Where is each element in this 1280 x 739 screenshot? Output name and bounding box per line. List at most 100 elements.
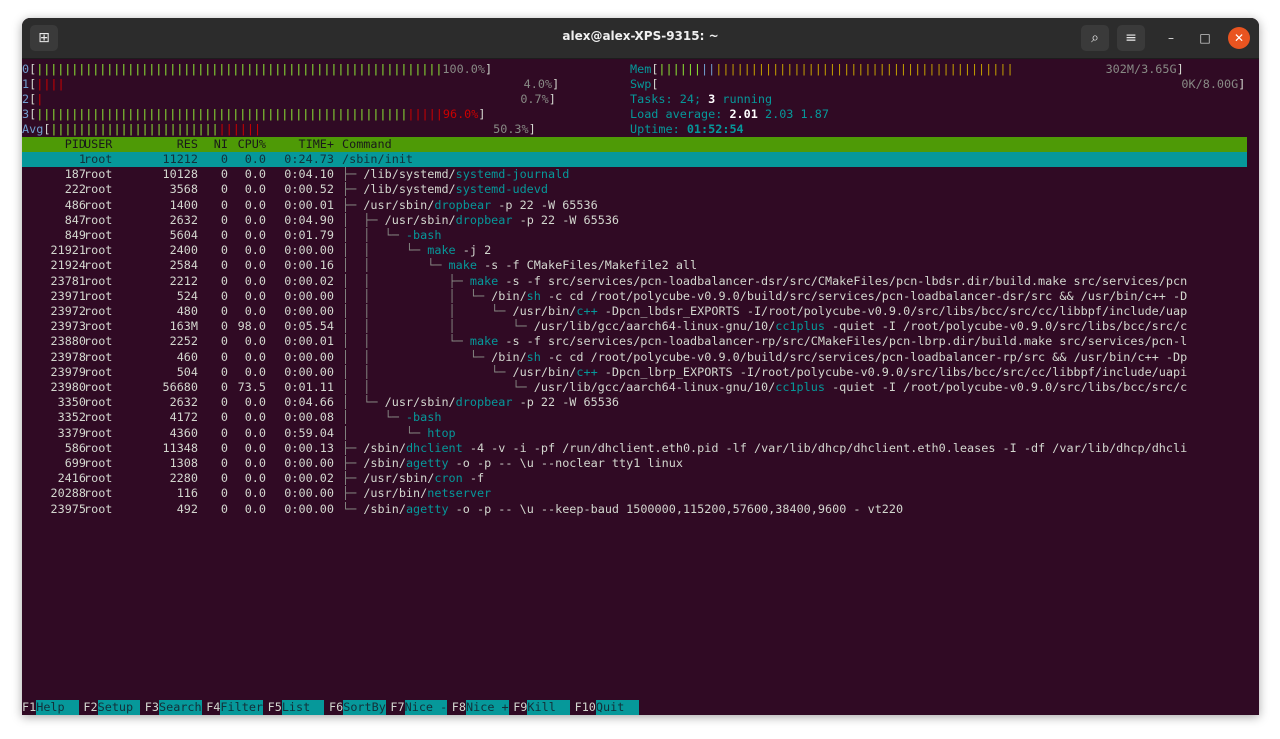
fkey-f3[interactable]: F3Search bbox=[145, 700, 202, 715]
process-row[interactable]: 23973 root 163M 0 98.0 0:05.54 │ │ │ └─ /usr/l… bbox=[22, 319, 1247, 334]
pid-cell: 23971 bbox=[50, 288, 86, 303]
command-path: /bin/ bbox=[491, 349, 527, 364]
tree-branch: ├─ bbox=[342, 486, 364, 501]
col-command[interactable]: Command bbox=[342, 137, 1247, 152]
process-row[interactable]: 3350 root 2632 0 0.0 0:04.66 │ └─ /usr/sbin/dr… bbox=[22, 395, 1247, 410]
process-row[interactable]: 3379 root 4360 0 0.0 0:59.04 │ └─ htop bbox=[22, 426, 1247, 441]
cpu-cell: 0.0 bbox=[244, 182, 266, 197]
command-args: -p 22 -W 65536 bbox=[491, 197, 598, 212]
process-row[interactable]: 23980 root 56680 0 73.5 0:01.11 │ │ └─ /usr/li… bbox=[22, 380, 1247, 395]
process-row[interactable]: 23975 root 492 0 0.0 0:00.00 └─ /sbin/agetty -… bbox=[22, 502, 1247, 517]
tree-branch: │ │ └─ bbox=[342, 228, 406, 242]
cpu-cell: 73.5 bbox=[237, 380, 266, 394]
command-args: -Dpcn_lbdsr_EXPORTS -I/root/polycube-v0.… bbox=[597, 304, 1188, 318]
col-cpu[interactable]: CPU% bbox=[230, 137, 266, 152]
fkey-label: Quit bbox=[595, 700, 639, 715]
process-row[interactable]: 23972 root 480 0 0.0 0:00.00 │ │ │ └─ /usr/bin… bbox=[22, 304, 1247, 319]
pid-cell: 23978 bbox=[50, 349, 86, 364]
fkey-f8[interactable]: F8Nice + bbox=[452, 700, 509, 715]
minimize-icon[interactable]: – bbox=[1160, 27, 1182, 49]
cpu-cell: 0.0 bbox=[244, 501, 266, 516]
fkey-f4[interactable]: F4Filter bbox=[206, 700, 264, 715]
command-path: /usr/sbin/ bbox=[363, 197, 435, 212]
command-name: cron bbox=[434, 471, 463, 486]
cpu-cell: 0.0 bbox=[244, 486, 266, 501]
process-row[interactable]: 1 root 11212 0 0.0 0:24.73/sbin/init bbox=[22, 152, 1247, 168]
command-cell: ├─ /sbin/dhclient -4 -v -i -pf /run/dhcl… bbox=[342, 441, 1247, 456]
user-cell: root bbox=[84, 410, 113, 425]
command-args: -s -f src/services/pcn-loadbalancer-dsr/… bbox=[498, 273, 1188, 288]
pid-cell: 847 bbox=[64, 212, 86, 227]
fkey-key: F9 bbox=[513, 700, 528, 714]
close-icon[interactable]: ✕ bbox=[1228, 27, 1250, 49]
command-cell: ├─ /sbin/agetty -o -p -- \u --noclear tt… bbox=[342, 456, 1247, 471]
hamburger-menu-icon[interactable]: ≡ bbox=[1117, 25, 1145, 51]
process-row[interactable]: 222 root 3568 0 0.0 0:00.52 ├─ /lib/systemd/sy… bbox=[22, 182, 1247, 197]
ni-cell: 0 bbox=[220, 273, 228, 288]
process-row[interactable]: 23979 root 504 0 0.0 0:00.00 │ │ └─ /usr/bin/c… bbox=[22, 365, 1247, 380]
process-row[interactable]: 21924 root 2584 0 0.0 0:00.16 │ │ └─ make -s -… bbox=[22, 258, 1247, 273]
fkey-f7[interactable]: F7Nice - bbox=[390, 700, 448, 715]
command-name: c++ bbox=[576, 364, 598, 379]
process-row[interactable]: 23880 root 2252 0 0.0 0:00.01 │ │ └─ make -s -… bbox=[22, 334, 1247, 349]
process-row[interactable]: 23971 root 524 0 0.0 0:00.00 │ │ │ └─ /bin/sh … bbox=[22, 289, 1247, 304]
res-cell: 2632 bbox=[169, 212, 198, 227]
pid-cell: 21921 bbox=[50, 243, 86, 258]
ni-cell: 0 bbox=[220, 228, 228, 242]
cpu-meter-0: 0[||||||||||||||||||||||||||||||||||||||… bbox=[22, 62, 493, 76]
command-path: /usr/lib/gcc/aarch64-linux-gnu/10/ bbox=[533, 319, 776, 334]
process-row[interactable]: 2416 root 2280 0 0.0 0:00.02 ├─ /usr/sbin/cron… bbox=[22, 471, 1247, 486]
process-row[interactable]: 187 root 10128 0 0.0 0:04.10 ├─ /lib/systemd/s… bbox=[22, 167, 1247, 182]
res-cell: 524 bbox=[176, 288, 198, 303]
user-cell: root bbox=[84, 228, 113, 242]
search-icon[interactable]: ⌕ bbox=[1081, 25, 1109, 51]
col-ni[interactable]: NI bbox=[200, 137, 228, 152]
fkey-f2[interactable]: F2Setup bbox=[83, 700, 141, 715]
fkey-f6[interactable]: F6SortBy bbox=[329, 700, 386, 715]
col-time[interactable]: TIME+ bbox=[270, 137, 334, 152]
process-row[interactable]: 586 root 11348 0 0.0 0:00.13 ├─ /sbin/dhclient… bbox=[22, 441, 1247, 456]
command-cell: │ │ └─ make -j 2 bbox=[342, 243, 1247, 258]
tree-branch: │ │ │ └─ bbox=[342, 319, 534, 334]
maximize-icon[interactable]: □ bbox=[1194, 27, 1216, 49]
command-name: systemd-udevd bbox=[455, 182, 548, 197]
tree-branch: │ │ └─ bbox=[342, 380, 534, 394]
user-cell: root bbox=[84, 395, 113, 410]
res-cell: 480 bbox=[176, 304, 198, 318]
ni-cell: 0 bbox=[220, 167, 228, 182]
col-res[interactable]: RES bbox=[122, 137, 198, 152]
process-row[interactable]: 3352 root 4172 0 0.0 0:00.08 │ └─ -bash bbox=[22, 410, 1247, 425]
process-row[interactable]: 20288 root 116 0 0.0 0:00.00 ├─ /usr/bin/netse… bbox=[22, 486, 1247, 501]
ni-cell: 0 bbox=[220, 288, 228, 303]
tree-branch: │ │ └─ bbox=[342, 258, 449, 273]
terminal-content[interactable]: 0[||||||||||||||||||||||||||||||||||||||… bbox=[22, 59, 1259, 715]
command-args: -quiet -I /root/polycube-v0.9.0/src/libs… bbox=[824, 319, 1188, 334]
fkey-f9[interactable]: F9Kill bbox=[513, 700, 571, 715]
process-row[interactable]: 21921 root 2400 0 0.0 0:00.00 │ │ └─ make -j 2 bbox=[22, 243, 1247, 258]
res-cell: 504 bbox=[176, 364, 198, 379]
process-row[interactable]: 486 root 1400 0 0.0 0:00.01 ├─ /usr/sbin/dropb… bbox=[22, 198, 1247, 213]
fkey-f5[interactable]: F5List bbox=[268, 700, 325, 715]
time-cell: 0:00.00 bbox=[284, 288, 334, 303]
fkey-f1[interactable]: F1Help bbox=[22, 700, 79, 715]
time-cell: 0:04.90 bbox=[284, 212, 334, 227]
cpu-cell: 0.0 bbox=[244, 288, 266, 303]
cpu-cell: 0.0 bbox=[244, 395, 266, 410]
fkey-f10[interactable]: F10Quit bbox=[575, 700, 639, 715]
res-cell: 2280 bbox=[169, 471, 198, 486]
process-row[interactable]: 23781 root 2212 0 0.0 0:00.02 │ │ ├─ make -s -… bbox=[22, 274, 1247, 289]
tree-branch: │ └─ bbox=[342, 395, 385, 410]
process-row[interactable]: 699 root 1308 0 0.0 0:00.00 ├─ /sbin/agetty -o… bbox=[22, 456, 1247, 471]
process-table-header[interactable]: PID USER RES NI CPU% TIME+ Command bbox=[22, 137, 1247, 152]
process-row[interactable]: 847 root 2632 0 0.0 0:04.90 │ ├─ /usr/sbin/dro… bbox=[22, 213, 1247, 228]
time-cell: 0:00.00 bbox=[284, 349, 334, 364]
col-pid[interactable]: PID bbox=[22, 137, 86, 152]
cpu-cell: 0.0 bbox=[244, 471, 266, 486]
cpu-meter-3: 3[||||||||||||||||||||||||||||||||||||||… bbox=[22, 107, 486, 121]
process-row[interactable]: 23978 root 460 0 0.0 0:00.00 │ │ └─ /bin/sh -c… bbox=[22, 350, 1247, 365]
command-name: -bash bbox=[405, 410, 442, 425]
ni-cell: 0 bbox=[220, 334, 228, 349]
col-user[interactable]: USER bbox=[84, 137, 112, 152]
process-row[interactable]: 849 root 5604 0 0.0 0:01.79 │ │ └─ -bash bbox=[22, 228, 1247, 243]
command-args: -4 -v -i -pf /run/dhclient.eth0.pid -lf … bbox=[462, 440, 1188, 455]
